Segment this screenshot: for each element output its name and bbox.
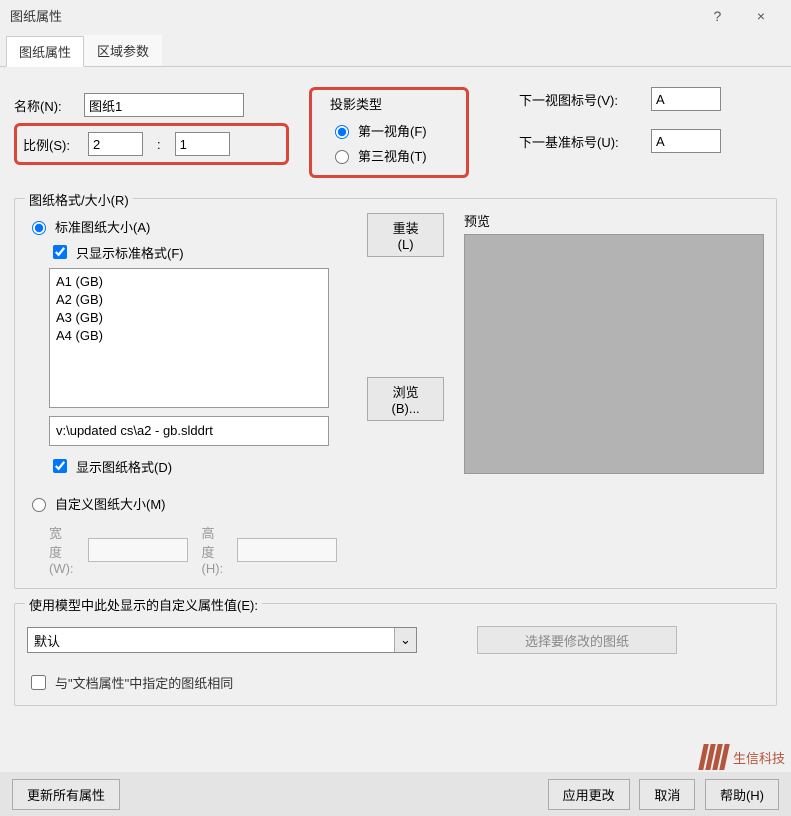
- size-listbox[interactable]: A1 (GB) A2 (GB) A3 (GB) A4 (GB): [49, 268, 329, 408]
- list-item[interactable]: A2 (GB): [56, 291, 322, 309]
- same-as-doc-label: 与"文档属性"中指定的图纸相同: [55, 673, 233, 692]
- scale-numerator-input[interactable]: [88, 132, 143, 156]
- radio-standard-size[interactable]: [32, 221, 46, 235]
- chk-same-as-doc[interactable]: [31, 675, 46, 690]
- list-item[interactable]: A1 (GB): [56, 273, 322, 291]
- browse-button[interactable]: 浏览(B)...: [367, 377, 444, 421]
- chk-only-standard[interactable]: [53, 245, 67, 259]
- help-icon[interactable]: ?: [697, 8, 737, 24]
- custom-props-combo[interactable]: 默认 ⌄: [27, 627, 417, 653]
- tab-sheet-props[interactable]: 图纸属性: [6, 36, 84, 67]
- radio-third-angle[interactable]: [335, 150, 349, 164]
- name-label: 名称(N):: [14, 96, 74, 115]
- standard-size-label: 标准图纸大小(A): [55, 217, 150, 236]
- help-button[interactable]: 帮助(H): [705, 779, 779, 810]
- titlebar: 图纸属性 ? ×: [0, 0, 791, 31]
- select-sheet-button[interactable]: 选择要修改的图纸: [477, 626, 677, 654]
- list-item[interactable]: A3 (GB): [56, 309, 322, 327]
- width-input: [88, 538, 188, 562]
- combo-value: 默认: [28, 629, 394, 652]
- projection-group: 投影类型 第一视角(F) 第三视角(T): [309, 87, 469, 178]
- preview-box: [464, 234, 764, 474]
- next-datum-input[interactable]: [651, 129, 721, 153]
- preview-title: 预览: [464, 211, 764, 230]
- name-input[interactable]: [84, 93, 244, 117]
- scale-label: 比例(S):: [23, 135, 78, 154]
- tab-bar: 图纸属性 区域参数: [0, 35, 791, 67]
- chk-show-format[interactable]: [53, 459, 67, 473]
- only-standard-label: 只显示标准格式(F): [76, 243, 184, 262]
- projection-title: 投影类型: [330, 94, 448, 113]
- custom-props-label: 使用模型中此处显示的自定义属性值(E):: [25, 595, 262, 614]
- footer: 更新所有属性 应用更改 取消 帮助(H): [0, 772, 791, 816]
- next-datum-label: 下一基准标号(U):: [519, 132, 639, 151]
- watermark: 生信科技: [701, 744, 785, 770]
- tab-zone-params[interactable]: 区域参数: [84, 35, 162, 66]
- format-group: 图纸格式/大小(R) 标准图纸大小(A) 只显示标准格式(F) A1 (GB) …: [14, 198, 777, 589]
- close-icon[interactable]: ×: [741, 8, 781, 24]
- radio-first-angle[interactable]: [335, 125, 349, 139]
- custom-props-group: 使用模型中此处显示的自定义属性值(E): 默认 ⌄ 选择要修改的图纸 与"文档属…: [14, 603, 777, 706]
- height-input: [237, 538, 337, 562]
- scale-denominator-input[interactable]: [175, 132, 230, 156]
- show-format-label: 显示图纸格式(D): [76, 457, 172, 476]
- reload-button[interactable]: 重装(L): [367, 213, 444, 257]
- next-view-input[interactable]: [651, 87, 721, 111]
- first-angle-label: 第一视角(F): [358, 121, 427, 140]
- update-all-button[interactable]: 更新所有属性: [12, 779, 120, 810]
- width-label: 宽度(W):: [49, 523, 74, 576]
- format-path[interactable]: v:\updated cs\a2 - gb.slddrt: [49, 416, 329, 446]
- radio-custom-size[interactable]: [32, 498, 46, 512]
- scale-colon: :: [153, 137, 165, 152]
- height-label: 高度(H):: [202, 523, 224, 576]
- scale-row: 比例(S): :: [14, 123, 289, 165]
- apply-button[interactable]: 应用更改: [548, 779, 630, 810]
- custom-size-label: 自定义图纸大小(M): [55, 494, 166, 513]
- next-view-label: 下一视图标号(V):: [519, 90, 639, 109]
- list-item[interactable]: A4 (GB): [56, 327, 322, 345]
- third-angle-label: 第三视角(T): [358, 146, 427, 165]
- format-group-title: 图纸格式/大小(R): [25, 190, 133, 209]
- chevron-down-icon[interactable]: ⌄: [394, 628, 416, 652]
- cancel-button[interactable]: 取消: [639, 779, 695, 810]
- window-title: 图纸属性: [10, 6, 62, 25]
